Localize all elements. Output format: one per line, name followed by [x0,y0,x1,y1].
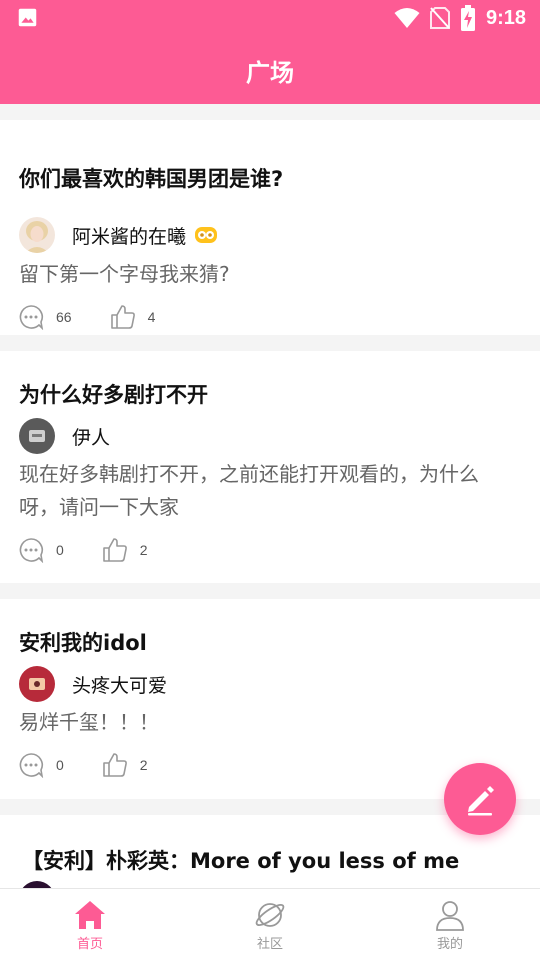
post-stats: 0 2 [18,751,148,779]
image-icon [18,8,37,27]
post-author[interactable]: 头疼大可爱 [19,666,167,702]
app-bar: 广场 [0,36,540,104]
post-title[interactable]: 你们最喜欢的韩国男团是谁? [19,163,283,193]
no-sim-icon [429,7,450,29]
like-count: 2 [139,757,148,773]
avatar[interactable] [19,418,55,454]
comment-stat[interactable]: 66 [18,304,72,330]
post-stats: 0 2 [18,536,148,564]
author-name: 阿米酱的在曦 [72,225,187,248]
wifi-icon [394,8,420,28]
post-author[interactable]: 伊人 [19,418,110,454]
pencil-icon [468,786,494,816]
battery-charging-icon [460,5,475,31]
like-stat[interactable]: 4 [110,304,156,330]
thumbs-up-icon [102,753,127,777]
home-icon [75,901,105,929]
like-stat[interactable]: 2 [102,752,148,778]
like-count: 2 [139,542,148,558]
status-bar: 9:18 [0,0,540,36]
post-author[interactable]: 阿米酱的在曦 [19,217,218,253]
compose-button[interactable] [444,763,516,835]
comment-stat[interactable]: 0 [18,537,64,563]
post-title[interactable]: 为什么好多剧打不开 [19,379,208,409]
post-title[interactable]: 【安利】朴彩英：More of you less of me [22,845,459,875]
tab-home[interactable]: 首页 [0,889,180,960]
like-stat[interactable]: 2 [102,537,148,563]
badge-icon [195,227,218,243]
comment-icon [19,538,44,563]
author-name: 头疼大可爱 [72,674,168,697]
tab-mine[interactable]: 我的 [360,889,540,960]
comment-stat[interactable]: 0 [18,752,64,778]
bottom-tab-bar: 首页 社区 我的 [0,888,540,960]
comment-count: 0 [56,757,64,773]
tab-community[interactable]: 社区 [180,889,360,960]
post-card[interactable]: 为什么好多剧打不开 伊人 现在好多韩剧打不开，之前还能打开观看的，为什么呀，请问… [0,351,540,583]
status-time: 9:18 [485,6,526,29]
comment-count: 0 [56,542,64,558]
thumbs-up-icon [110,305,135,329]
tab-label: 首页 [76,937,103,952]
like-count: 4 [147,309,156,325]
avatar[interactable] [19,881,55,888]
comment-icon [19,305,44,330]
post-stats: 66 4 [18,303,155,331]
post-author[interactable] [19,881,55,888]
avatar[interactable] [19,217,55,253]
post-content: 留下第一个字母我来猜? [19,262,230,286]
post-content: 现在好多韩剧打不开，之前还能打开观看的，为什么呀，请问一下大家 [19,462,479,519]
person-icon [436,901,464,931]
page-title: 广场 [246,58,294,87]
tab-label: 我的 [436,937,463,952]
tab-label: 社区 [256,937,283,952]
planet-icon [255,903,285,927]
post-title[interactable]: 安利我的idol [19,627,147,657]
post-content: 易烊千玺！！！ [19,710,159,734]
post-card[interactable]: 你们最喜欢的韩国男团是谁? 阿米酱的在曦 留下第一个字母我来猜? 66 4 [0,120,540,335]
comment-icon [19,753,44,778]
comment-count: 66 [56,309,72,325]
thumbs-up-icon [102,538,127,562]
avatar[interactable] [19,666,55,702]
author-name: 伊人 [72,426,111,449]
